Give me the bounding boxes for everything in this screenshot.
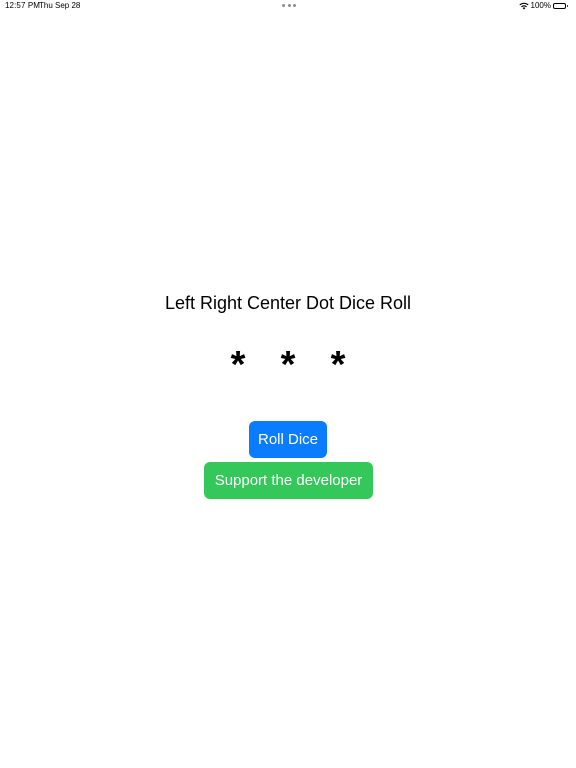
status-date: Thu Sep 28 [39,1,81,10]
support-developer-button[interactable]: Support the developer [204,462,373,499]
more-dots-icon[interactable] [282,4,296,8]
dice-row: * * * [0,343,576,386]
roll-dice-button[interactable]: Roll Dice [249,421,327,458]
die-right: * [330,344,346,386]
battery-percentage: 100% [530,1,551,10]
die-left: * [230,344,246,386]
status-time: 12:57 PM [5,1,41,10]
page-title: Left Right Center Dot Dice Roll [164,293,412,313]
status-bar: 12:57 PM Thu Sep 28 100% [0,0,576,12]
status-right: 100% [518,0,569,12]
battery-icon [553,2,569,10]
wifi-icon [518,2,529,10]
die-center: * [280,344,296,386]
